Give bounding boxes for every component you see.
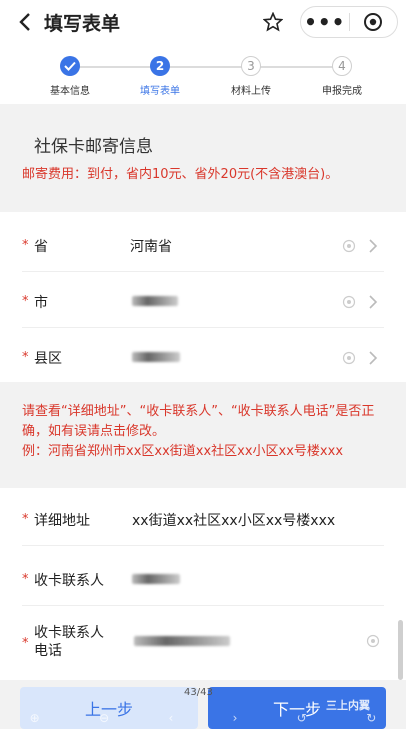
step-number: 3 bbox=[241, 56, 261, 76]
row-divider bbox=[22, 605, 384, 606]
required-mark: * bbox=[22, 294, 29, 309]
detail-address-value: xx街道xx社区xx小区xx号楼xxx bbox=[132, 513, 336, 529]
more-icon[interactable]: ••• bbox=[301, 8, 349, 36]
check-notice-text: 请查看“详细地址”、“收卡联系人”、“收卡联系人电话”是否正确，如有误请点击修改… bbox=[22, 404, 375, 439]
check-icon bbox=[60, 56, 80, 76]
address-card: * 省 河南省 * 市 * 县区 bbox=[0, 212, 406, 382]
field-label: 收卡联系人 bbox=[34, 573, 104, 589]
redacted-value bbox=[132, 296, 178, 306]
nav-header: 填写表单 ••• bbox=[0, 0, 406, 44]
mini-program-capsule: ••• bbox=[300, 6, 398, 38]
prev-page-icon[interactable]: ‹ bbox=[168, 711, 173, 725]
contact-card: * 详细地址 xx街道xx社区xx小区xx号楼xxx * 收卡联系人 * 收卡联… bbox=[0, 488, 406, 680]
rotate-icon[interactable]: ↺ bbox=[297, 711, 307, 725]
eye-icon bbox=[342, 295, 356, 309]
field-label: 详细地址 bbox=[34, 513, 90, 529]
scrollbar[interactable] bbox=[398, 620, 403, 680]
zoom-in-icon[interactable]: ⊕ bbox=[30, 711, 40, 725]
province-row[interactable]: * 省 河南省 bbox=[0, 216, 406, 272]
step-label: 基本信息 bbox=[50, 86, 90, 97]
field-label: 省 bbox=[34, 239, 48, 255]
chevron-right-icon bbox=[369, 239, 378, 253]
field-label: 县区 bbox=[34, 351, 62, 367]
progress-steps: 基本信息 2 填写表单 3 材料上传 4 申报完成 bbox=[0, 44, 406, 104]
eye-icon bbox=[342, 351, 356, 365]
section-title: 社保卡邮寄信息 bbox=[34, 137, 153, 157]
row-divider bbox=[22, 545, 384, 546]
check-notice: 请查看“详细地址”、“收卡联系人”、“收卡联系人电话”是否正确，如有误请点击修改… bbox=[22, 402, 384, 462]
required-mark: * bbox=[22, 238, 29, 253]
next-page-icon[interactable]: › bbox=[233, 711, 238, 725]
province-value: 河南省 bbox=[130, 239, 172, 255]
step-fill-form: 2 填写表单 bbox=[120, 56, 200, 97]
required-mark: * bbox=[22, 572, 29, 587]
city-row[interactable]: * 市 bbox=[0, 272, 406, 328]
step-upload: 3 材料上传 bbox=[211, 56, 291, 97]
redacted-value bbox=[132, 574, 180, 584]
step-label: 材料上传 bbox=[231, 86, 271, 97]
required-mark: * bbox=[22, 636, 29, 651]
redacted-value bbox=[132, 352, 180, 362]
chevron-right-icon bbox=[369, 295, 378, 309]
required-mark: * bbox=[22, 350, 29, 365]
page-title: 填写表单 bbox=[44, 12, 121, 35]
target-circle-icon[interactable] bbox=[350, 12, 398, 32]
eye-icon[interactable] bbox=[366, 634, 380, 648]
detail-address-row[interactable]: * 详细地址 xx街道xx社区xx小区xx号楼xxx bbox=[0, 490, 406, 546]
step-label: 申报完成 bbox=[322, 86, 362, 97]
viewer-toolbar: ⊕ ⊖ ‹ › ↺ ↻ bbox=[0, 707, 406, 729]
field-label: 市 bbox=[34, 295, 48, 311]
step-complete: 4 申报完成 bbox=[302, 56, 382, 97]
field-label: 收卡联系人电话 bbox=[34, 625, 104, 659]
eye-icon bbox=[342, 239, 356, 253]
check-notice-example: 例：河南省郑州市xx区xx街道xx社区xx小区xx号楼xxx bbox=[22, 444, 344, 459]
back-arrow-icon[interactable] bbox=[10, 7, 40, 37]
page-counter: 43/43 bbox=[184, 687, 213, 698]
fee-notice: 邮寄费用：到付，省内10元、省外20元(不含港澳台)。 bbox=[22, 167, 339, 182]
required-mark: * bbox=[22, 512, 29, 527]
step-label: 填写表单 bbox=[140, 86, 180, 97]
district-row[interactable]: * 县区 bbox=[0, 328, 406, 384]
zoom-out-icon[interactable]: ⊖ bbox=[99, 711, 109, 725]
step-basic-info: 基本信息 bbox=[30, 56, 110, 97]
contact-phone-row[interactable]: * 收卡联系人电话 bbox=[0, 612, 406, 674]
chevron-right-icon bbox=[369, 351, 378, 365]
rotate-right-icon[interactable]: ↻ bbox=[366, 711, 376, 725]
redacted-value bbox=[134, 636, 230, 646]
step-number: 2 bbox=[150, 56, 170, 76]
step-number: 4 bbox=[332, 56, 352, 76]
contact-name-row[interactable]: * 收卡联系人 bbox=[0, 550, 406, 606]
star-icon[interactable] bbox=[258, 7, 288, 37]
